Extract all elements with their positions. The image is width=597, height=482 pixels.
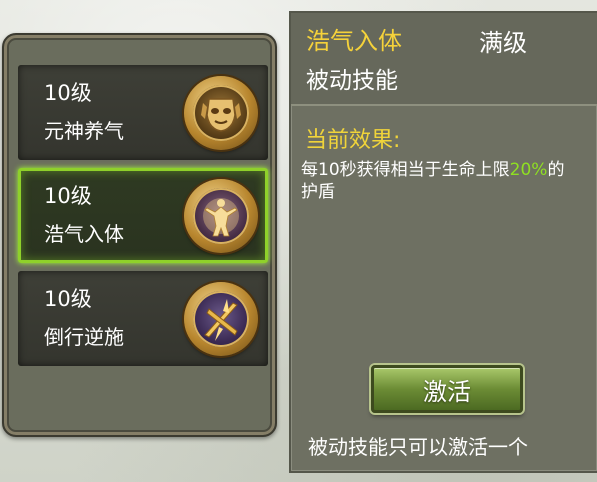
effect-heading: 当前效果: <box>305 128 401 153</box>
activate-button[interactable]: 激活 <box>371 365 523 413</box>
crossed-blades-icon <box>184 282 258 356</box>
mask-emblem-icon <box>184 76 258 150</box>
skill-item-daoxing[interactable]: 10级 倒行逆施 <box>18 271 268 366</box>
skill-list-panel: 10级 元神养气 10级 浩气入体 10级 倒行逆施 <box>2 33 277 437</box>
skill-title: 浩气入体 <box>306 27 402 55</box>
passive-limit-note: 被动技能只可以激活一个 <box>308 435 528 459</box>
effect-description: 每10秒获得相当于生命上限20%的护盾 <box>301 159 581 203</box>
skill-item-yuanshen[interactable]: 10级 元神养气 <box>18 65 268 160</box>
skill-grade: 满级 <box>479 29 527 57</box>
glowing-figure-icon <box>184 179 258 253</box>
effect-value: 20% <box>509 160 548 180</box>
skill-name: 元神养气 <box>44 119 124 143</box>
skill-level: 10级 <box>44 184 92 208</box>
skill-name: 浩气入体 <box>44 222 124 246</box>
skill-detail-header: 浩气入体 满级 被动技能 <box>291 13 597 106</box>
skill-item-haoqi[interactable]: 10级 浩气入体 <box>18 168 268 263</box>
effect-text: 每10秒获得相当于生命上限 <box>301 160 510 180</box>
skill-detail-panel: 浩气入体 满级 被动技能 当前效果: 每10秒获得相当于生命上限20%的护盾 激… <box>289 11 597 473</box>
skill-name: 倒行逆施 <box>44 325 124 349</box>
skill-level: 10级 <box>44 81 92 105</box>
skill-level: 10级 <box>44 287 92 311</box>
skill-type: 被动技能 <box>306 68 398 94</box>
